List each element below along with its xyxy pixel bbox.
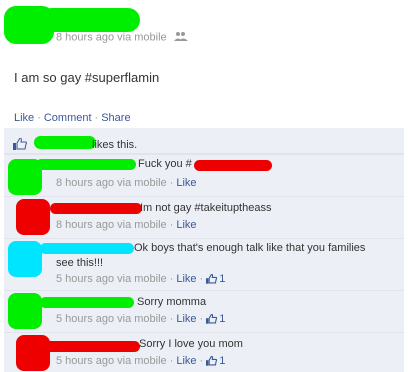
- commenter-name-redacted: [40, 243, 134, 254]
- comment-meta: 8 hours ago via mobile · Like: [56, 219, 197, 231]
- comment-item: Ok boys that's enough talk like that you…: [4, 238, 404, 290]
- post-actions: Like · Comment · Share: [14, 112, 131, 124]
- comment-meta: 8 hours ago via mobile · Like: [56, 177, 197, 189]
- share-link[interactable]: Share: [101, 112, 130, 124]
- comment-meta: 5 hours ago via mobile · Like · 1: [56, 355, 226, 369]
- comment-like-count[interactable]: 1: [219, 355, 225, 367]
- comment-like-link[interactable]: Like: [176, 355, 196, 367]
- comment-item: Sorry momma 5 hours ago via mobile · Like ·…: [4, 290, 404, 332]
- commenter-avatar-redacted: [16, 335, 50, 371]
- post-meta: 8 hours ago via mobile: [56, 31, 188, 44]
- likes-text: likes this.: [92, 139, 138, 151]
- commenter-avatar-redacted: [16, 199, 50, 235]
- likers-redacted: [34, 136, 96, 149]
- thumbs-up-icon: [206, 355, 218, 369]
- comment-item: Fuck you # 8 hours ago via mobile · Like: [4, 154, 404, 196]
- comment-link[interactable]: Comment: [44, 112, 92, 124]
- comment-like-link[interactable]: Like: [176, 177, 196, 189]
- comment-text: Im not gay #takeituptheass: [140, 202, 272, 214]
- comment-meta: 5 hours ago via mobile · Like · 1: [56, 313, 226, 327]
- comment-meta: 5 hours ago via mobile · Like · 1: [56, 273, 226, 287]
- comment-text: Fuck you #: [138, 158, 192, 170]
- commenter-name-redacted: [50, 203, 142, 214]
- likes-summary: likes this.: [4, 132, 404, 154]
- comment-text: Ok boys that's enough talk like that you…: [134, 242, 366, 254]
- friends-icon: [173, 31, 188, 44]
- commenter-avatar-redacted: [8, 241, 42, 277]
- status-text: I am so gay #superflamin: [14, 70, 160, 85]
- comment-item: Sorry I love you mom 5 hours ago via mob…: [4, 332, 404, 372]
- thumbs-up-icon: [206, 313, 218, 327]
- feedback-panel: likes this. Fuck you # 8 hours ago via m…: [4, 128, 404, 372]
- commenter-name-redacted: [44, 341, 140, 352]
- comment-like-count[interactable]: 1: [219, 273, 225, 285]
- like-link[interactable]: Like: [14, 112, 34, 124]
- post-header: 8 hours ago via mobile: [0, 0, 408, 52]
- comment-like-link[interactable]: Like: [176, 313, 196, 325]
- commenter-name-redacted: [36, 159, 136, 170]
- comment-like-count[interactable]: 1: [219, 313, 225, 325]
- comment-item: Im not gay #takeituptheass 8 hours ago v…: [4, 196, 404, 238]
- commenter-avatar-redacted: [8, 293, 42, 329]
- poster-name-redacted: [40, 8, 140, 32]
- comment-like-link[interactable]: Like: [176, 219, 196, 231]
- thumbs-up-icon: [13, 137, 27, 153]
- comment-text: Sorry momma: [137, 296, 207, 308]
- tag-redacted: [194, 160, 272, 171]
- thumbs-up-icon: [206, 273, 218, 287]
- post-time: 8 hours ago via mobile: [56, 31, 167, 44]
- comment-text-continued: see this!!!: [56, 257, 104, 269]
- comment-text: Sorry I love you mom: [139, 338, 243, 350]
- comment-like-link[interactable]: Like: [176, 273, 196, 285]
- commenter-name-redacted: [40, 297, 134, 308]
